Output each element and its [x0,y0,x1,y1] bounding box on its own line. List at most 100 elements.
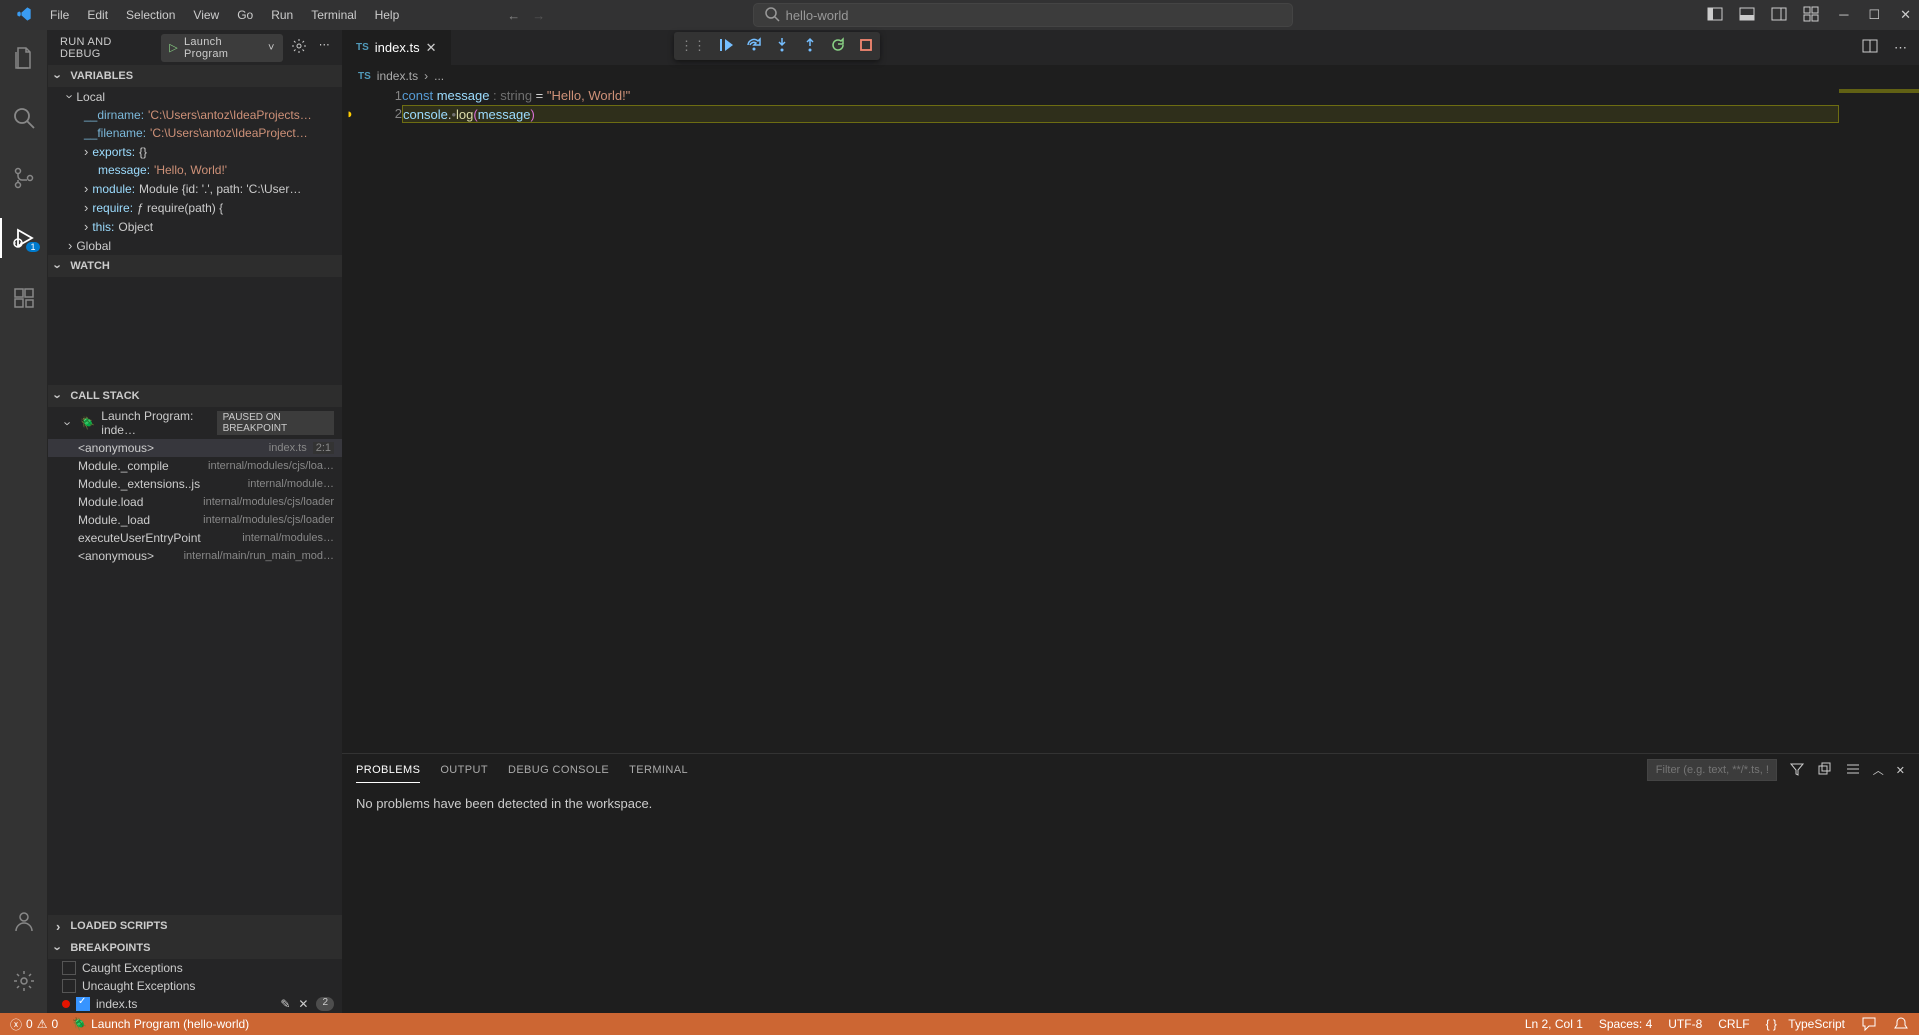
filter-icon[interactable] [1789,761,1805,780]
tab-index-ts[interactable]: TS index.ts ✕ [342,30,452,65]
stack-frame-3[interactable]: Module.loadinternal/modules/cjs/loader [48,493,342,511]
var-message[interactable]: message:'Hello, World!' [48,161,342,179]
remove-icon[interactable]: ✕ [298,997,308,1011]
scope-global[interactable]: Global [48,236,342,255]
menu-view[interactable]: View [185,4,227,26]
panel-tab-debug-console[interactable]: DEBUG CONSOLE [508,758,609,782]
menu-selection[interactable]: Selection [118,4,183,26]
menu-edit[interactable]: Edit [79,4,116,26]
menu-go[interactable]: Go [229,4,261,26]
command-center[interactable]: hello-world [753,3,1293,27]
bp-caught[interactable]: Caught Exceptions [48,959,342,977]
nav-forward-icon[interactable]: → [532,8,545,23]
bp-uncaught[interactable]: Uncaught Exceptions [48,977,342,995]
scope-local[interactable]: Local [48,87,342,106]
launch-config-select[interactable]: ▷ Launch Program ˅ [161,34,282,62]
breadcrumb[interactable]: TS index.ts › ... [342,65,1919,87]
nav-arrows: ← → [507,8,545,23]
gear-icon[interactable] [291,38,307,57]
minimize-icon[interactable]: ─ [1839,7,1848,23]
problems-empty: No problems have been detected in the wo… [342,786,1919,821]
more-actions-icon[interactable]: ⋯ [1894,40,1907,56]
edit-icon[interactable]: ✎ [280,997,290,1011]
problems-filter-input[interactable] [1647,759,1777,781]
feedback-icon[interactable] [1861,1016,1877,1032]
debug-toolbar[interactable]: ⋮⋮ [674,32,880,60]
grip-icon[interactable]: ⋮⋮ [680,38,706,54]
minimap[interactable] [1839,87,1919,753]
stack-frame-0[interactable]: <anonymous>index.ts2:1 [48,439,342,457]
collapse-all-icon[interactable] [1817,761,1833,780]
explorer-icon[interactable] [0,38,48,78]
status-indent[interactable]: Spaces: 4 [1599,1016,1652,1032]
step-over-icon[interactable] [746,37,762,56]
code-editor[interactable]: ◗ 1 2 const message : string = "Hello, W… [342,87,1919,753]
close-panel-icon[interactable]: ✕ [1896,764,1905,777]
var-filename[interactable]: __filename:'C:\Users\antoz\IdeaProject… [48,124,342,142]
var-this[interactable]: this:Object [48,217,342,236]
notifications-icon[interactable] [1893,1016,1909,1032]
status-eol[interactable]: CRLF [1718,1016,1749,1032]
more-icon[interactable]: ⋯ [319,38,330,57]
status-language[interactable]: { } TypeScript [1766,1016,1845,1032]
restart-icon[interactable] [830,37,846,56]
close-icon[interactable]: ✕ [1900,7,1911,23]
toggle-panel-bottom-icon[interactable] [1739,6,1755,25]
stack-frame-4[interactable]: Module._loadinternal/modules/cjs/loader [48,511,342,529]
variables-header[interactable]: VARIABLES [48,65,342,87]
stop-icon[interactable] [858,37,874,56]
menu-terminal[interactable]: Terminal [303,4,364,26]
extensions-icon[interactable] [0,278,48,318]
step-out-icon[interactable] [802,37,818,56]
panel-tab-output[interactable]: OUTPUT [440,758,488,782]
nav-back-icon[interactable]: ← [507,8,520,23]
stack-frame-6[interactable]: <anonymous>internal/main/run_main_mod… [48,547,342,565]
status-encoding[interactable]: UTF-8 [1668,1016,1702,1032]
var-require[interactable]: require:ƒ require(path) { [48,198,342,217]
run-debug-activity-icon[interactable]: 1 [0,218,48,258]
watch-header[interactable]: WATCH [48,255,342,277]
var-dirname[interactable]: __dirname:'C:\Users\antoz\IdeaProjects… [48,106,342,124]
titlebar: File Edit Selection View Go Run Terminal… [0,0,1919,30]
checkbox-icon[interactable] [62,979,76,993]
vscode-logo-icon [16,6,34,24]
menu-run[interactable]: Run [263,4,301,26]
settings-gear-icon[interactable] [0,961,48,1001]
breakpoints-header[interactable]: BREAKPOINTS [48,937,342,959]
maximize-panel-icon[interactable]: ︿ [1873,762,1884,778]
source-control-icon[interactable] [0,158,48,198]
checkbox-icon[interactable] [76,997,90,1011]
customize-layout-icon[interactable] [1803,6,1819,25]
bug-icon: 🪲 [80,416,95,430]
status-errors[interactable]: ⓧ0⚠0 [10,1016,58,1033]
stack-frame-5[interactable]: executeUserEntryPointinternal/modules… [48,529,342,547]
continue-icon[interactable] [718,37,734,56]
search-activity-icon[interactable] [0,98,48,138]
status-cursor-pos[interactable]: Ln 2, Col 1 [1525,1016,1583,1032]
maximize-icon[interactable]: ☐ [1868,7,1880,23]
bp-file[interactable]: index.ts ✎ ✕ 2 [48,995,342,1013]
accounts-icon[interactable] [0,901,48,941]
var-exports[interactable]: exports:{} [48,142,342,161]
callstack-header[interactable]: CALL STACK [48,385,342,407]
toggle-panel-right-icon[interactable] [1771,6,1787,25]
view-as-tree-icon[interactable] [1845,761,1861,780]
code-line-2[interactable]: console.•log(message) [402,105,1839,123]
toggle-panel-left-icon[interactable] [1707,6,1723,25]
checkbox-icon[interactable] [62,961,76,975]
menu-help[interactable]: Help [367,4,408,26]
panel-tab-problems[interactable]: PROBLEMS [356,758,420,783]
stack-frame-2[interactable]: Module._extensions..jsinternal/module… [48,475,342,493]
var-module[interactable]: module:Module {id: '.', path: 'C:\User… [48,179,342,198]
step-into-icon[interactable] [774,37,790,56]
menu-file[interactable]: File [42,4,77,26]
code-line-1[interactable]: const message : string = "Hello, World!" [402,87,1839,105]
tab-close-icon[interactable]: ✕ [426,40,437,56]
panel-tab-terminal[interactable]: TERMINAL [629,758,688,782]
stack-frame-1[interactable]: Module._compileinternal/modules/cjs/loa… [48,457,342,475]
debug-alt-icon: 🪲 [72,1017,87,1031]
callstack-thread[interactable]: 🪲 Launch Program: inde… PAUSED ON BREAKP… [48,407,342,439]
loaded-scripts-header[interactable]: LOADED SCRIPTS [48,915,342,937]
split-editor-icon[interactable] [1862,38,1878,57]
status-launch[interactable]: 🪲Launch Program (hello-world) [72,1017,249,1031]
